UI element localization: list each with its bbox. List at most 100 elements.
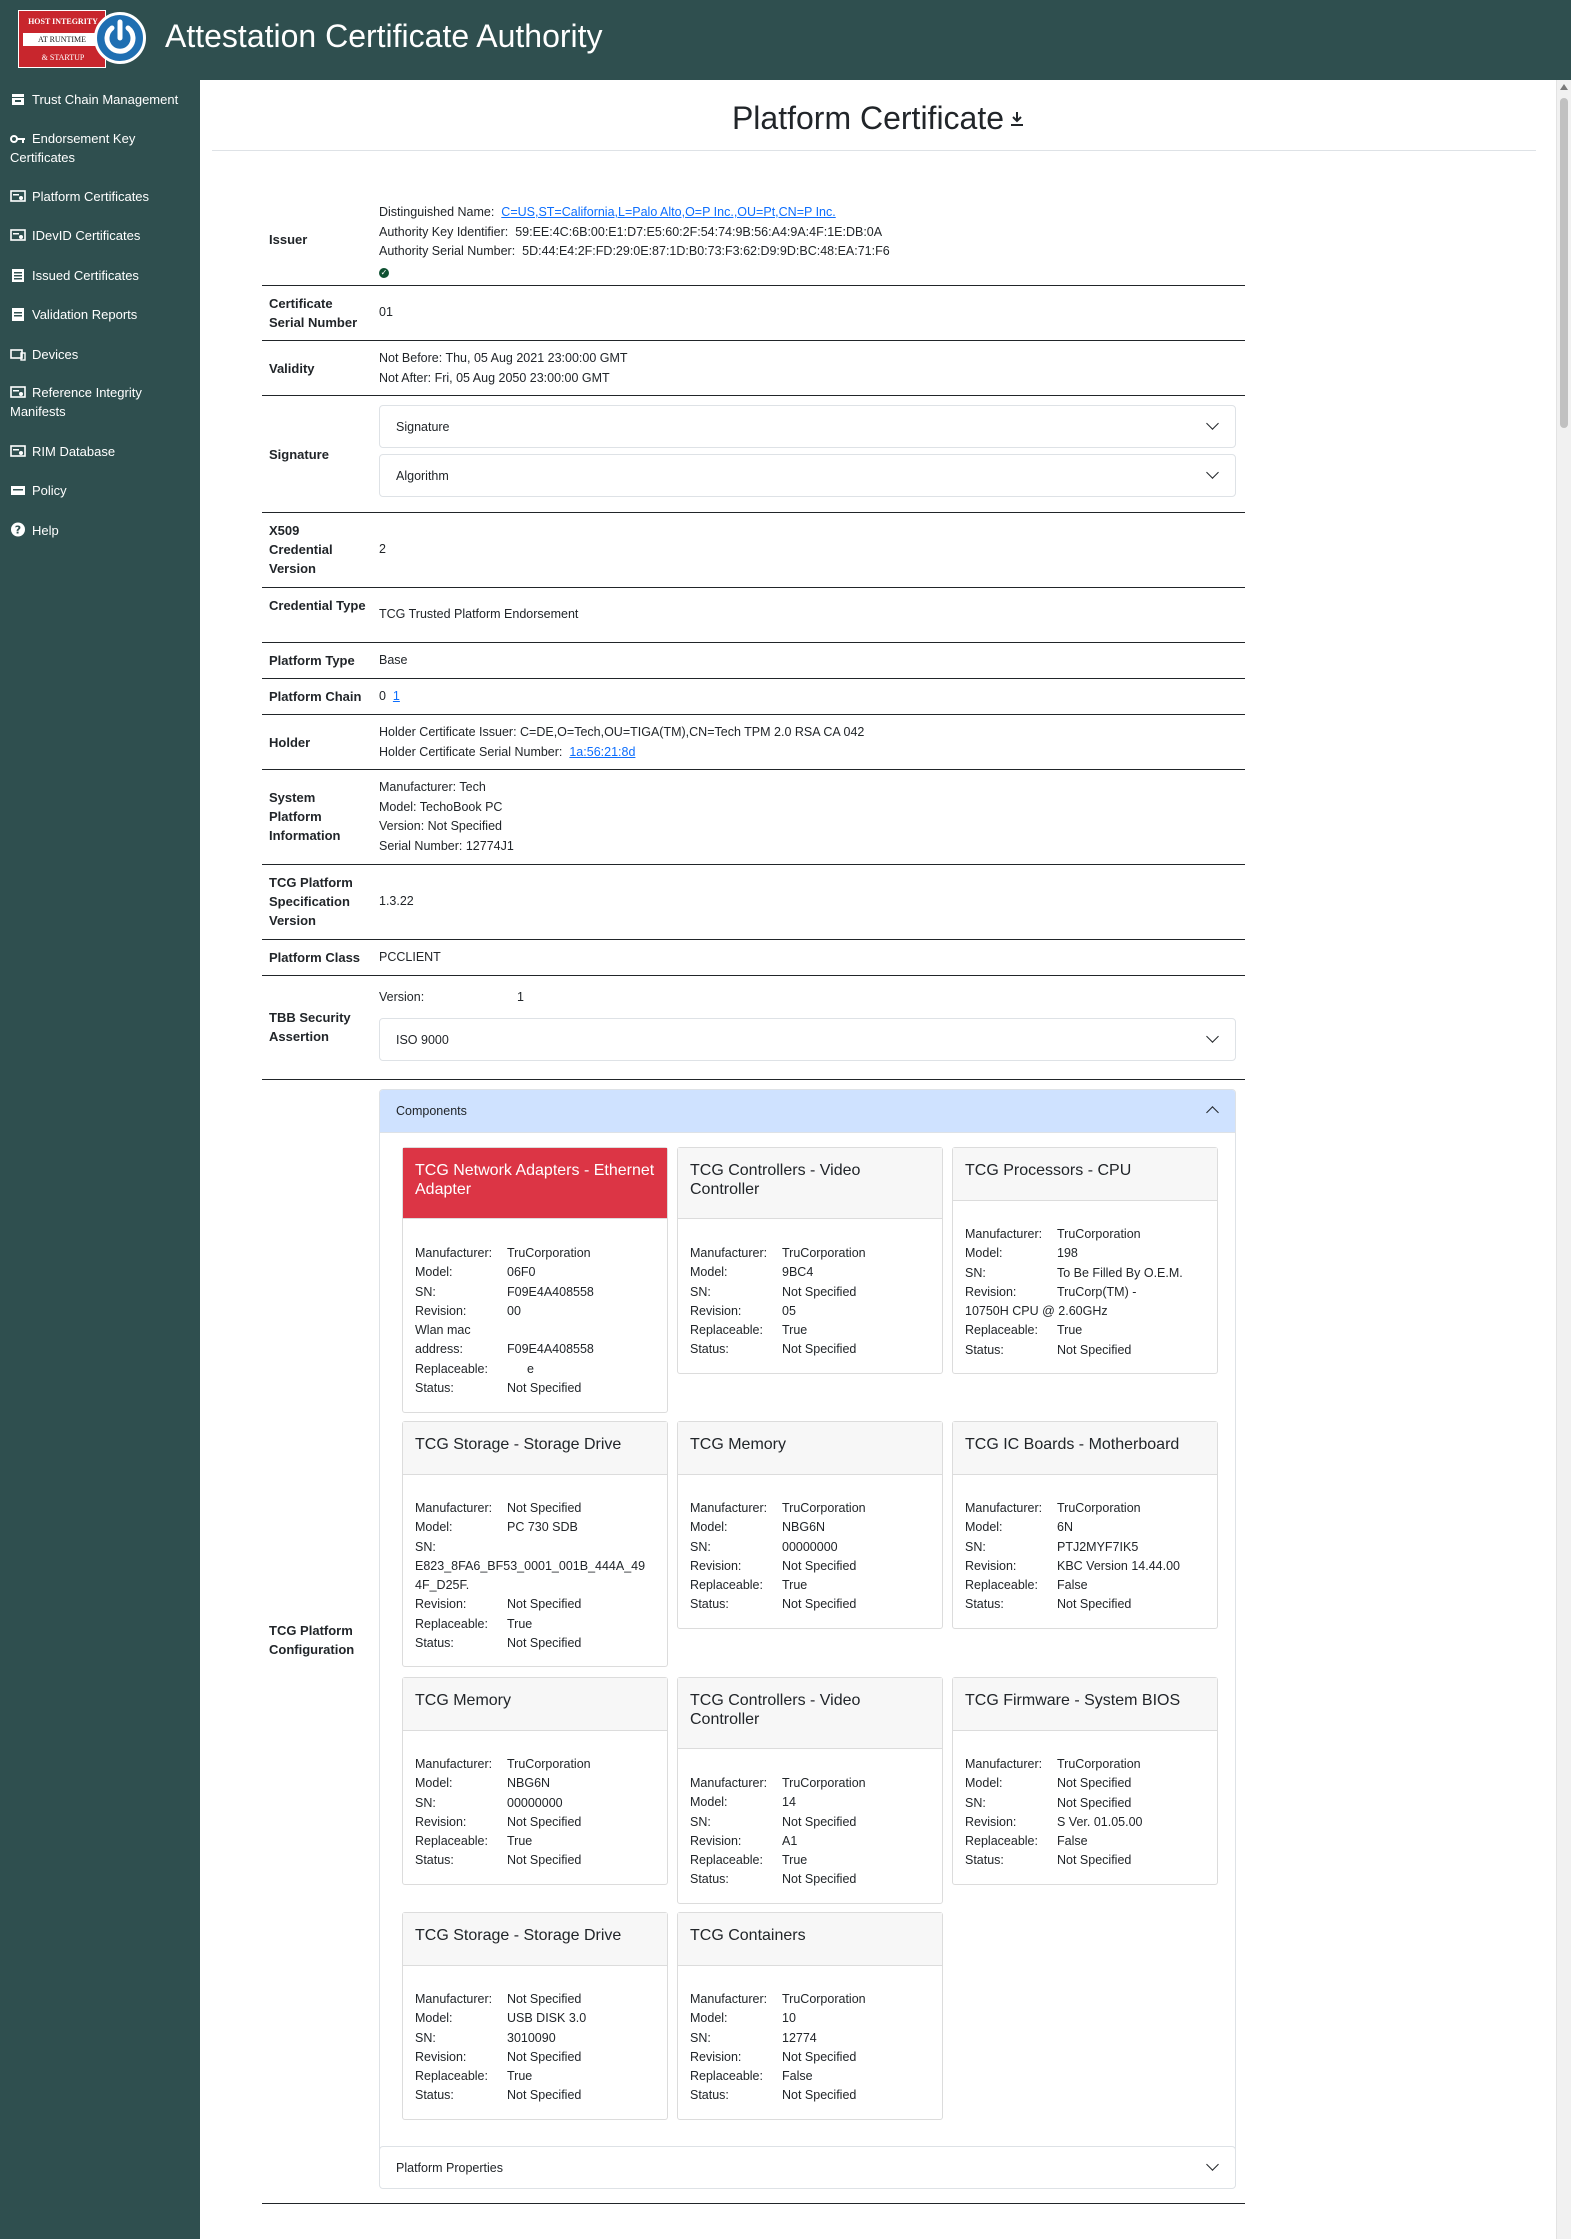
logo-text-line2: AT RUNTIME (23, 33, 101, 46)
field-label: Model: (690, 2011, 728, 2026)
algorithm-accordion[interactable]: Algorithm (379, 454, 1236, 497)
component-manufacturer: TruCorporation (1057, 1757, 1141, 1771)
component-revision: Not Specified (507, 2049, 582, 2064)
aki-label: Authority Key Identifier: (379, 224, 509, 239)
component-replaceable: True (507, 1616, 533, 1631)
component-revision: A1 (782, 1833, 798, 1848)
check-circle-icon: ✓ (379, 267, 389, 278)
field-label: Status: (690, 2088, 729, 2103)
field-label: Revision: (690, 1558, 742, 1573)
field-label: Replaceable: (415, 1616, 488, 1631)
component-sn: PTJ2MYF7IK5 (1057, 1539, 1139, 1554)
component-details: Manufacturer: TruCorporation Model: NBG6N … (690, 1499, 866, 1615)
field-label: SN: (415, 1539, 436, 1554)
field-label: Status: (415, 2088, 454, 2103)
host-integrity-logo[interactable]: HOST INTEGRITY AT RUNTIME & STARTUP (18, 10, 146, 68)
holder-issuer: Holder Certificate Issuer: C=DE,O=Tech,O… (379, 725, 865, 739)
holder-serial-link[interactable]: 1a:56:21:8d (569, 745, 635, 759)
component-title: TCG Controllers - Video Controller (678, 1148, 942, 1219)
chain-link-1[interactable]: 1 (393, 689, 400, 703)
sidebar-item-issued-certificates[interactable]: Issued Certificates (10, 266, 195, 285)
key-icon (10, 131, 26, 144)
component-manufacturer: TruCorporation (1057, 1227, 1141, 1241)
sidebar-item-idevid-certificates[interactable]: IDevID Certificates (10, 226, 195, 245)
component-details: Manufacturer: TruCorporation Model: 14 SN:… (690, 1774, 866, 1890)
signature-accordion[interactable]: Signature (379, 405, 1236, 448)
platform-class-value: PCCLIENT (379, 950, 441, 964)
row-credential-type: Credential Type TCG Trusted Platform End… (262, 588, 1245, 643)
component-title: TCG Network Adapters - Ethernet Adapter (403, 1148, 667, 1219)
field-label: Manufacturer: (415, 1757, 493, 1771)
field-label: Revision: (965, 1814, 1017, 1829)
component-details: Manufacturer: TruCorporation Model: Not Sp… (965, 1755, 1143, 1871)
row-validity: Validity Not Before: Thu, 05 Aug 2021 23… (262, 341, 1245, 396)
field-label: SN: (965, 1265, 986, 1280)
field-label: Manufacturer: (690, 1992, 768, 2006)
download-icon[interactable] (1010, 101, 1024, 141)
iso9000-accordion[interactable]: ISO 9000 (379, 1018, 1236, 1061)
sidebar-item-policy[interactable]: Policy (10, 481, 195, 500)
svg-text:?: ? (15, 524, 21, 537)
row-holder: Holder Holder Certificate Issuer: C=DE,O… (262, 715, 1245, 770)
component-revision: 00 (507, 1303, 521, 1318)
component-details: Manufacturer: TruCorporation Model: 9BC4 S… (690, 1244, 866, 1360)
component-sn: 00000000 (782, 1539, 838, 1554)
field-label: Model: (690, 1795, 728, 1810)
sidebar-item-reference-integrity-manifests[interactable]: Reference Integrity Manifests (10, 383, 195, 421)
field-label: Model: (415, 1776, 453, 1791)
sidebar-item-validation-reports[interactable]: Validation Reports (10, 305, 195, 324)
chevron-down-icon (1206, 466, 1219, 479)
x509-value: 2 (379, 542, 386, 556)
sidebar-item-trust-chain[interactable]: Trust Chain Management (10, 90, 195, 109)
not-after: Not After: Fri, 05 Aug 2050 23:00:00 GMT (379, 370, 610, 385)
field-label: Replaceable: (415, 1834, 488, 1849)
tbb-label: TBB Security Assertion (269, 1010, 351, 1044)
component-status: Not Specified (782, 2088, 857, 2103)
field-label: SN: (690, 1284, 711, 1299)
components-accordion-header[interactable]: Components (380, 1090, 1235, 1133)
system-platform-label: System Platform Information (269, 790, 341, 843)
component-status: Not Specified (1057, 1342, 1132, 1357)
certificate-icon (10, 444, 26, 457)
sidebar-item-endorsement-key[interactable]: Endorsement Key Certificates (10, 129, 195, 167)
platform-properties-accordion[interactable]: Platform Properties (379, 2146, 1236, 2189)
sidebar-item-platform-certificates[interactable]: Platform Certificates (10, 187, 195, 206)
report-icon (10, 307, 26, 321)
field-label: SN: (690, 1814, 711, 1829)
component-model: PC 730 SDB (507, 1520, 578, 1535)
field-label: Replaceable: (965, 1834, 1038, 1849)
certificate-icon (10, 228, 26, 241)
component-card: TCG Controllers - Video Controller Manuf… (677, 1147, 943, 1374)
field-label: Manufacturer: (415, 1501, 493, 1515)
scroll-up-arrow-icon[interactable] (1560, 84, 1568, 90)
component-title: TCG Memory (403, 1678, 667, 1731)
component-model: 10 (782, 2011, 796, 2026)
sidebar-item-devices[interactable]: Devices (10, 345, 195, 364)
component-replaceable: e (527, 1361, 534, 1376)
component-card: TCG Firmware - System BIOS Manufacturer:… (952, 1677, 1218, 1885)
component-status: Not Specified (507, 2088, 582, 2103)
sidebar-item-help[interactable]: ? Help (10, 521, 195, 540)
field-label: Status: (690, 1342, 729, 1357)
sidebar-item-label: Help (32, 523, 59, 538)
issuer-dn-link[interactable]: C=US,ST=California,L=Palo Alto,O=P Inc.,… (501, 205, 835, 219)
signature-accordion-label: Signature (396, 420, 450, 434)
field-label: Model: (690, 1265, 728, 1280)
holder-label: Holder (269, 735, 311, 750)
component-manufacturer: Not Specified (507, 1992, 582, 2006)
vertical-scrollbar[interactable] (1556, 80, 1571, 2239)
component-replaceable: True (507, 2069, 533, 2084)
field-label: Model: (965, 1776, 1003, 1791)
field-label: Status: (690, 1597, 729, 1612)
scrollbar-thumb[interactable] (1560, 98, 1568, 428)
row-x509-version: X509 Credential Version 2 (262, 513, 1245, 588)
field-label: Status: (965, 1853, 1004, 1868)
component-status: Not Specified (507, 1381, 582, 1396)
component-replaceable: True (1057, 1323, 1083, 1338)
component-model: 198 (1057, 1246, 1078, 1261)
component-model: NBG6N (782, 1520, 826, 1535)
chevron-down-icon (1206, 2158, 1219, 2171)
field-label: Replaceable: (415, 1361, 488, 1376)
component-model: NBG6N (507, 1776, 551, 1791)
sidebar-item-rim-database[interactable]: RIM Database (10, 442, 195, 461)
